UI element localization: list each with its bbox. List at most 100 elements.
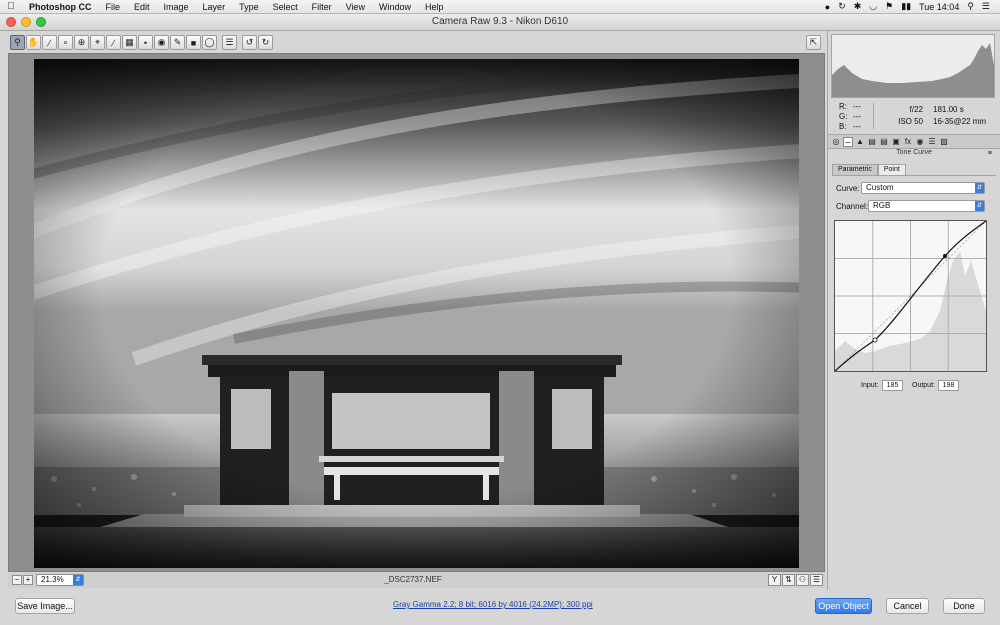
b-value: --- [853, 122, 861, 131]
curve-point[interactable] [872, 337, 878, 343]
menu-view[interactable]: View [339, 0, 372, 14]
curve-point-selected[interactable] [943, 254, 947, 258]
section-title: Tone Curve [896, 149, 932, 156]
color-sampler-tool-icon[interactable]: ∘ [58, 35, 73, 50]
straighten-tool-icon[interactable]: ∕ [106, 35, 121, 50]
menu-help[interactable]: Help [418, 0, 451, 14]
wifi-icon[interactable]: ◡ [869, 1, 877, 12]
white-balance-tool-icon[interactable]: ∕ [42, 35, 57, 50]
crop-tool-icon[interactable]: ⌖ [90, 35, 105, 50]
cancel-button[interactable]: Cancel [886, 598, 929, 614]
time-machine-icon[interactable]: ↻ [838, 1, 846, 12]
output-field[interactable]: 198 [938, 380, 959, 391]
swap-settings-icon[interactable]: ⇅ [782, 574, 795, 586]
flag-uk-icon[interactable]: ⚑ [885, 1, 893, 12]
adjustment-brush-icon[interactable]: ✎ [170, 35, 185, 50]
lens-corrections-tab-icon[interactable]: ▣ [891, 137, 901, 147]
hsl-tab-icon[interactable]: ▤ [867, 137, 877, 147]
effects-tab-icon[interactable]: fx [903, 137, 913, 147]
file-name: _DSC2737.NEF [384, 575, 442, 584]
view-buttons: Y ⇅ ⚇ ☰ [768, 574, 823, 586]
menu-image[interactable]: Image [157, 0, 196, 14]
targeted-adjustment-tool-icon[interactable]: ⊕ [74, 35, 89, 50]
curve-label: Curve: [836, 184, 860, 193]
menu-type[interactable]: Type [232, 0, 266, 14]
input-field[interactable]: 185 [882, 380, 903, 391]
notification-center-icon[interactable]: ☰ [982, 1, 990, 12]
zoom-in-button[interactable]: + [23, 575, 33, 585]
channel-value: RGB [873, 201, 891, 210]
toggle-fullscreen-icon[interactable]: ⇱ [806, 35, 821, 50]
channel-select[interactable]: RGB ⇵ [868, 200, 985, 212]
before-after-icon[interactable]: Y [768, 574, 781, 586]
r-label: R: [839, 102, 847, 111]
menu-file[interactable]: File [99, 0, 128, 14]
hand-tool-icon[interactable]: ✋ [26, 35, 41, 50]
window-title-bar: Camera Raw 9.3 - Nikon D610 [0, 14, 1000, 31]
detail-tab-icon[interactable]: ▲ [855, 137, 865, 147]
footer-bar: Save Image... Gray Gamma 2.2; 8 bit; 601… [0, 590, 1000, 625]
apple-icon[interactable]:  [0, 1, 22, 12]
zoom-tool-icon[interactable]: ⚲ [10, 35, 25, 50]
tone-curve-tab-icon[interactable]: ∽ [843, 136, 853, 147]
bluetooth-icon[interactable]: ✱ [854, 1, 862, 12]
preview-image[interactable] [34, 59, 799, 568]
basic-tab-icon[interactable]: ◎ [831, 137, 841, 147]
graduated-filter-icon[interactable]: ■ [186, 35, 201, 50]
battery-icon[interactable]: ▮▮ [901, 1, 911, 12]
panel-tabs: ◎ ∽ ▲ ▤ ▤ ▣ fx ◉ ☰ ▨ [828, 134, 1000, 149]
curve-value: Custom [866, 183, 894, 192]
camera-calibration-tab-icon[interactable]: ◉ [915, 137, 925, 147]
tone-curve-editor[interactable] [834, 220, 987, 372]
tab-point[interactable]: Point [877, 164, 906, 175]
histogram-graph [832, 43, 994, 97]
menu-clock[interactable]: Tue 14:04 [919, 2, 959, 12]
save-image-button[interactable]: Save Image... [15, 598, 75, 614]
menu-layer[interactable]: Layer [196, 0, 233, 14]
menu-window[interactable]: Window [372, 0, 418, 14]
copy-settings-icon[interactable]: ⚇ [796, 574, 809, 586]
rotate-cw-icon[interactable]: ↻ [258, 35, 273, 50]
preferences-icon[interactable]: ☰ [222, 35, 237, 50]
preview-area[interactable] [8, 53, 825, 572]
red-eye-tool-icon[interactable]: ◉ [154, 35, 169, 50]
creative-cloud-icon[interactable]: ● [825, 2, 830, 12]
toggle-settings-icon[interactable]: ☰ [810, 574, 823, 586]
output-label: Output: [912, 382, 935, 389]
panel-menu-icon[interactable]: ≡ [988, 150, 992, 157]
menu-select[interactable]: Select [266, 0, 305, 14]
menu-bar:  Photoshop CC File Edit Image Layer Typ… [0, 0, 1000, 14]
iso-value: ISO 50 [898, 117, 923, 126]
spotlight-search-icon[interactable]: ⚲ [967, 1, 974, 12]
zoom-level-select[interactable]: 21.3% ⇵ [36, 574, 84, 586]
presets-tab-icon[interactable]: ☰ [927, 137, 937, 147]
lens-value: 16-35@22 mm [933, 117, 987, 126]
subtab-divider [832, 175, 996, 176]
transform-tool-icon[interactable]: ▦ [122, 35, 137, 50]
spot-removal-tool-icon[interactable]: • [138, 35, 153, 50]
snapshots-tab-icon[interactable]: ▨ [939, 137, 949, 147]
radial-filter-icon[interactable]: ◯ [202, 35, 217, 50]
g-value: --- [853, 112, 861, 121]
histogram [831, 34, 995, 98]
tone-curve-graph [834, 220, 987, 372]
r-value: --- [853, 102, 861, 111]
open-object-button[interactable]: Open Object [815, 598, 872, 614]
curve-select[interactable]: Custom ⇵ [861, 182, 985, 194]
readout-divider [873, 103, 874, 129]
rotate-ccw-icon[interactable]: ↺ [242, 35, 257, 50]
input-label: Input: [861, 382, 879, 389]
tab-parametric[interactable]: Parametric [832, 164, 878, 175]
preview-status-bar: − + 21.3% ⇵ _DSC2737.NEF Y ⇅ ⚇ ☰ [8, 573, 825, 588]
adjustment-panel: R: --- G: --- B: --- f/22 181.00 s ISO 50 16-… [827, 31, 1000, 590]
menu-edit[interactable]: Edit [127, 0, 157, 14]
menu-filter[interactable]: Filter [305, 0, 339, 14]
menu-app-name[interactable]: Photoshop CC [22, 0, 99, 14]
split-toning-tab-icon[interactable]: ▤ [879, 137, 889, 147]
zoom-level-value: 21.3% [41, 575, 64, 584]
photo-rendering [34, 59, 799, 568]
shutter-value: 181.00 s [933, 105, 964, 114]
done-button[interactable]: Done [943, 598, 985, 614]
zoom-out-button[interactable]: − [12, 575, 22, 585]
workflow-options-link[interactable]: Gray Gamma 2.2; 8 bit; 6016 by 4016 (24.… [393, 600, 593, 609]
